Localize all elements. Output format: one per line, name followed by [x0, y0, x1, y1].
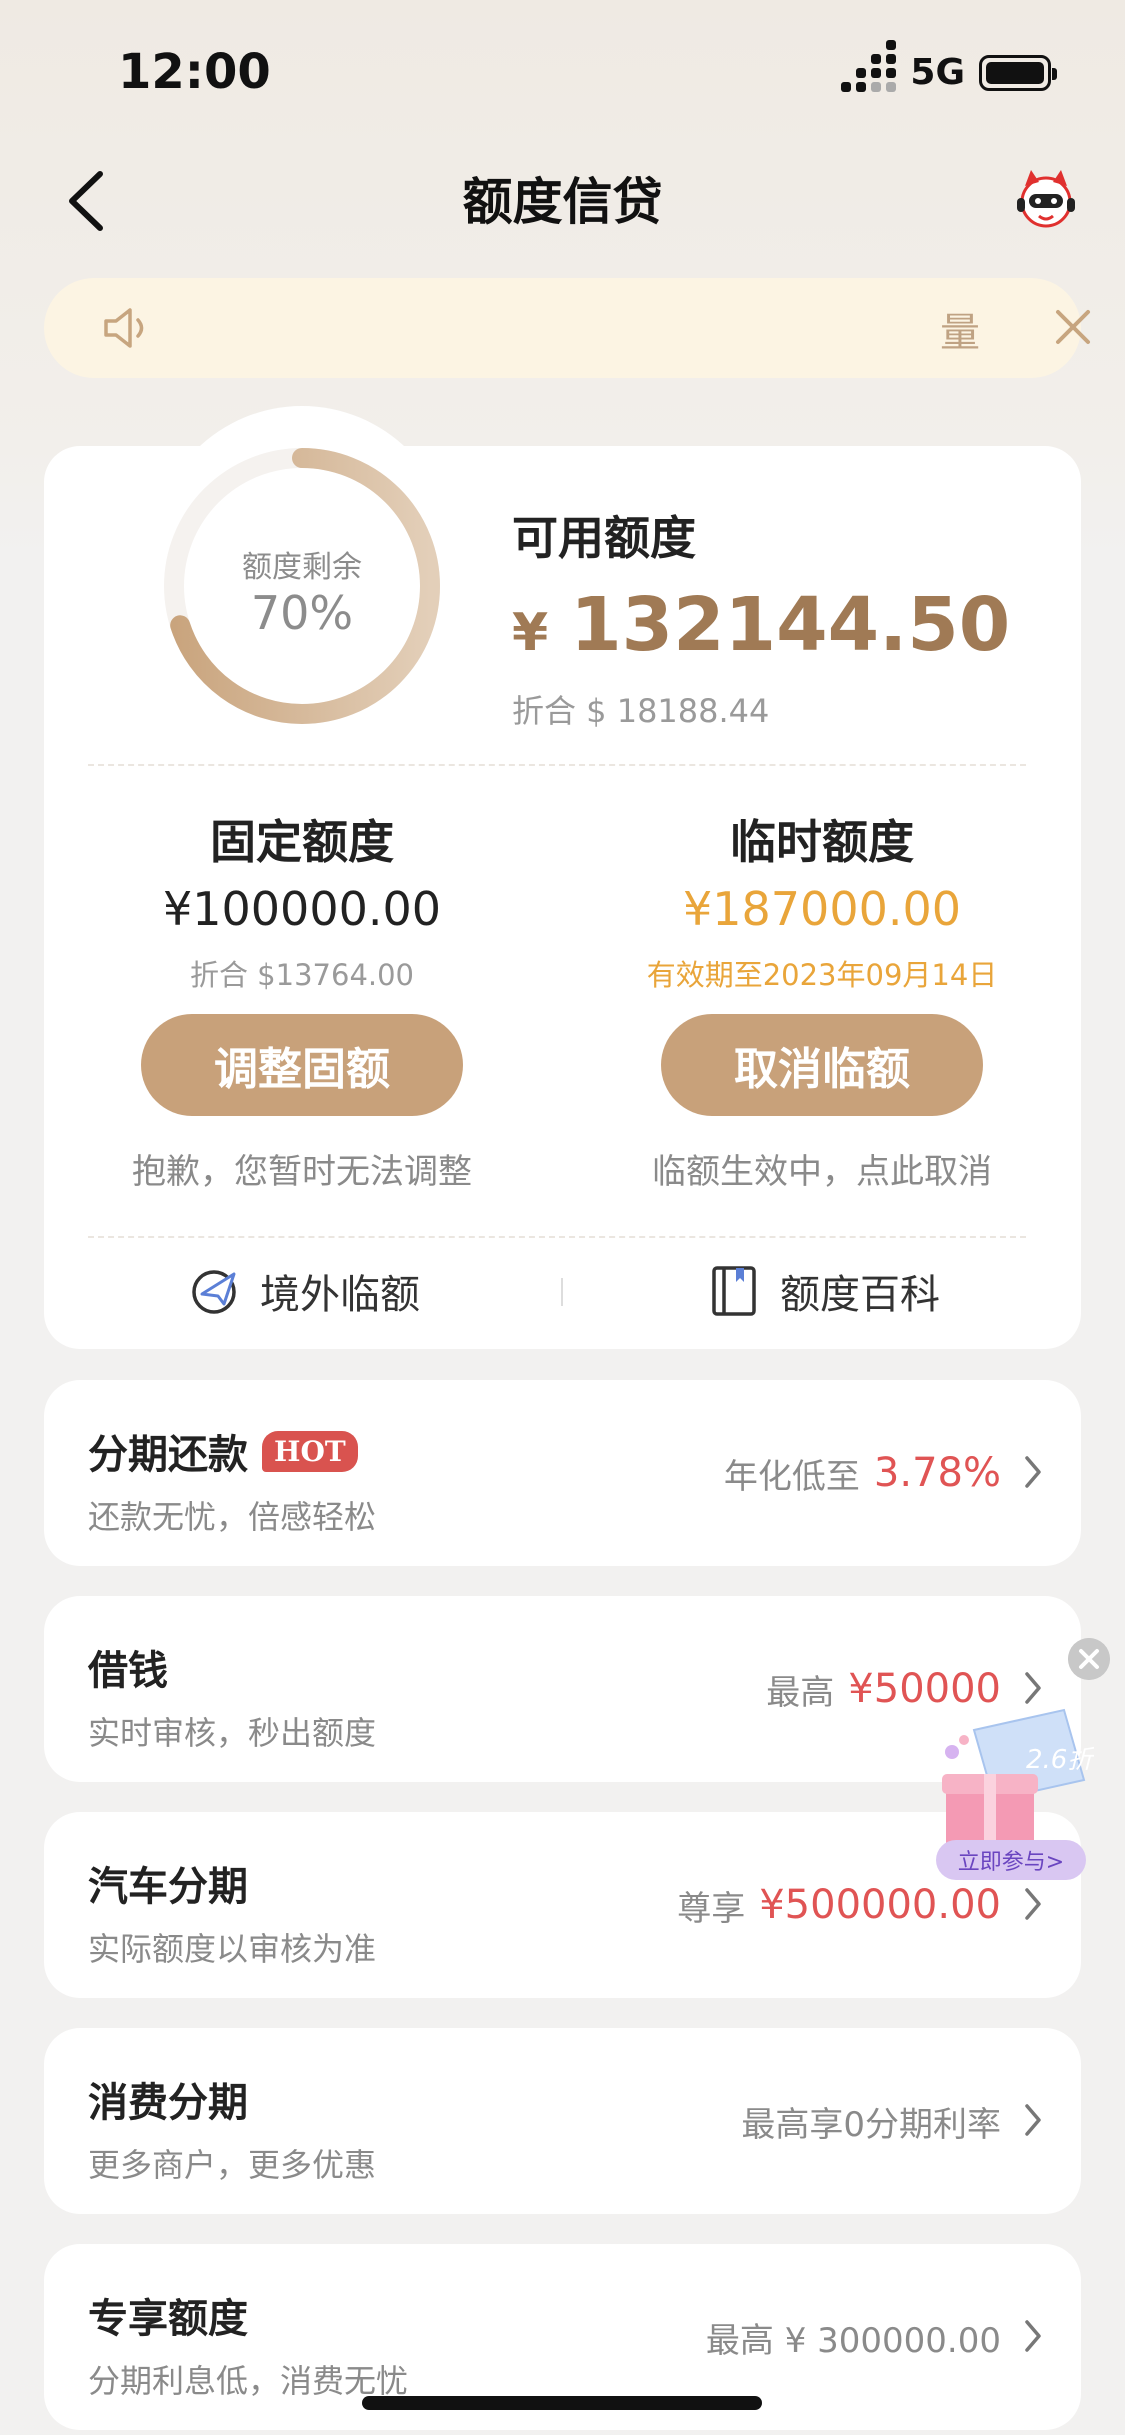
divider	[88, 1236, 1026, 1238]
chevron-right-icon	[1025, 1888, 1041, 1920]
chevron-right-icon	[1025, 2104, 1041, 2136]
value-highlight: 3.78%	[873, 1450, 1001, 1496]
temp-credit-note[interactable]: 临额生效中，点此取消	[602, 1144, 1042, 1193]
exclusive-credit-title: 专享额度	[88, 2296, 248, 2342]
value-prefix: 年化低至	[723, 1456, 860, 1497]
notice-text: 量	[940, 310, 980, 356]
fixed-credit-note: 抱歉，您暂时无法调整	[132, 1152, 472, 1192]
speaker-icon	[104, 308, 144, 348]
page-title: 额度信贷	[462, 173, 663, 231]
network-type: 5G	[910, 52, 965, 93]
car-installment-title: 汽车分期	[88, 1864, 248, 1910]
value-prefix: 最高 ¥ 300000.00	[705, 2320, 1001, 2361]
status-indicators: 5G	[841, 39, 1057, 93]
overseas-link-label: 境外临额	[260, 1272, 420, 1318]
fixed-credit-title: 固定额度	[210, 815, 394, 869]
list-item-consumer-installment[interactable]: 消费分期 更多商户，更多优惠 最高享0分期利率	[44, 2028, 1081, 2214]
mascot-service-icon[interactable]	[1011, 166, 1081, 232]
list-item-borrow[interactable]: 借钱 实时审核，秒出额度 最高 ¥50000	[44, 1596, 1081, 1782]
adjust-fixed-button[interactable]: 调整固额	[141, 1014, 463, 1116]
divider	[88, 764, 1026, 766]
promo-join-button[interactable]: 立即参与>	[936, 1840, 1086, 1880]
fixed-credit-usd: 折合 $13764.00	[189, 958, 415, 992]
list-item-subtitle: 实时审核，秒出额度	[88, 1714, 377, 1752]
list-item-value: 年化低至 3.78%	[724, 1380, 1001, 1566]
hot-badge: HOT	[262, 1430, 358, 1472]
list-item-value: 最高享0分期利率	[741, 2028, 1001, 2214]
value-prefix: 尊享	[677, 1888, 746, 1929]
list-item-car-installment[interactable]: 汽车分期 实际额度以审核为准 尊享 ¥500000.00	[44, 1812, 1081, 1998]
wiki-link-label: 额度百科	[780, 1272, 940, 1318]
temp-credit-amount: ¥187000.00	[682, 882, 962, 936]
value-prefix: 最高享0分期利率	[741, 2104, 1001, 2145]
signal-icon	[841, 39, 897, 92]
list-item-subtitle: 分期利息低，消费无忧	[88, 2362, 409, 2400]
value-prefix: 最高	[766, 1672, 835, 1713]
ring-label: 额度剩余	[242, 550, 362, 585]
link-separator	[561, 1278, 563, 1306]
temp-credit-expiry: 有效期至2023年09月14日	[646, 958, 998, 992]
list-item-subtitle: 更多商户，更多优惠	[88, 2146, 377, 2184]
available-credit-amount: ¥ 132144.50	[512, 582, 1010, 668]
available-usd: 折合 $ 18188.44	[512, 692, 770, 730]
chevron-right-icon	[1025, 1456, 1041, 1488]
home-indicator	[362, 2396, 762, 2410]
installment-repay-title: 分期还款	[88, 1432, 248, 1478]
list-item-title: 分期还款 HOT	[88, 1422, 358, 1480]
list-item-installment-repay[interactable]: 分期还款 HOT 还款无忧，倍感轻松 年化低至 3.78%	[44, 1380, 1081, 1566]
promo-close-icon[interactable]	[1068, 1638, 1110, 1680]
available-amount-value: 132144.50	[570, 582, 1011, 668]
cancel-temp-button[interactable]: 取消临额	[661, 1014, 983, 1116]
battery-icon	[979, 54, 1057, 91]
borrow-title: 借钱	[88, 1648, 168, 1694]
promo-discount: 2.6折	[1026, 1745, 1094, 1775]
overseas-temp-credit-link[interactable]: 境外临额	[188, 1262, 420, 1320]
ring-percent: 70%	[250, 586, 354, 640]
fixed-credit-amount: ¥100000.00	[162, 882, 442, 936]
available-credit-label: 可用额度	[512, 511, 696, 565]
currency-symbol: ¥	[512, 603, 549, 663]
credit-wiki-link[interactable]: 额度百科	[708, 1262, 940, 1320]
temp-credit-title: 临时额度	[730, 815, 914, 869]
plane-icon	[192, 1270, 236, 1314]
status-time: 12:00	[118, 44, 271, 100]
consumer-installment-title: 消费分期	[88, 2080, 248, 2126]
chevron-right-icon	[1025, 2320, 1041, 2352]
close-icon[interactable]	[1050, 304, 1096, 350]
list-item-subtitle: 还款无忧，倍感轻松	[88, 1498, 377, 1536]
notice-bar[interactable]: 量	[44, 278, 1090, 378]
list-item-subtitle: 实际额度以审核为准	[88, 1930, 377, 1968]
book-icon	[712, 1266, 756, 1316]
